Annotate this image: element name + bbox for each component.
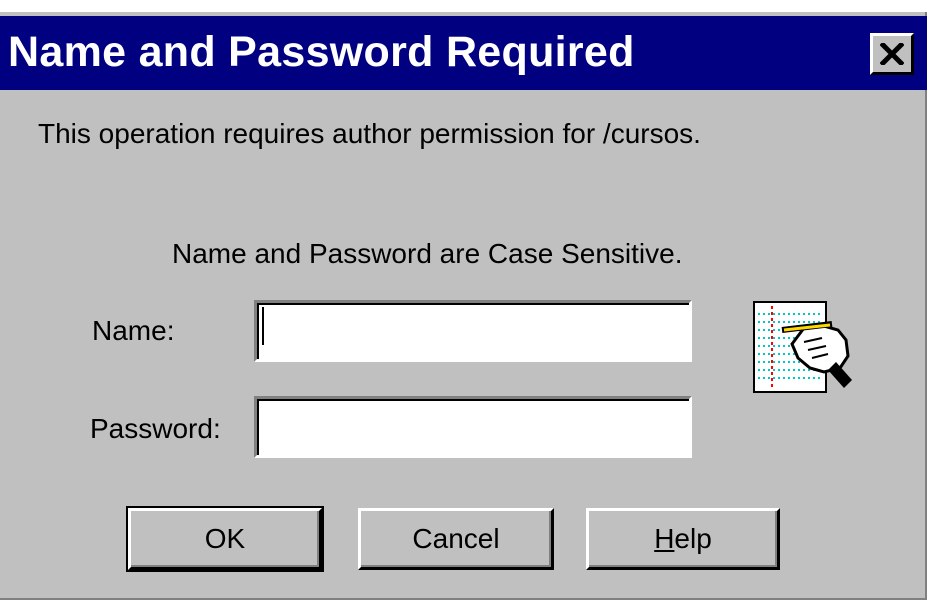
cancel-button[interactable]: Cancel xyxy=(358,508,554,570)
help-button-label: Help xyxy=(654,523,712,555)
title-bar[interactable]: Name and Password Required xyxy=(0,16,927,90)
text-caret xyxy=(262,307,264,345)
help-label-rest: elp xyxy=(674,523,712,554)
password-input[interactable] xyxy=(254,396,692,458)
close-button[interactable] xyxy=(870,33,914,75)
name-label: Name: xyxy=(92,315,175,346)
permission-message: This operation requires author permissio… xyxy=(38,118,701,149)
password-label: Password: xyxy=(90,413,221,444)
ok-button-label: OK xyxy=(204,523,246,554)
name-input[interactable] xyxy=(254,300,692,362)
notepad-icon xyxy=(753,301,852,393)
dialog-title: Name and Password Required xyxy=(8,28,635,76)
cancel-button-label: Cancel xyxy=(412,523,500,554)
close-icon xyxy=(880,43,904,65)
help-hotkey: H xyxy=(654,523,675,554)
ok-button[interactable]: OK xyxy=(126,506,324,572)
help-button[interactable]: Help xyxy=(586,508,780,570)
case-sensitive-note: Name and Password are Case Sensitive. xyxy=(172,238,683,269)
